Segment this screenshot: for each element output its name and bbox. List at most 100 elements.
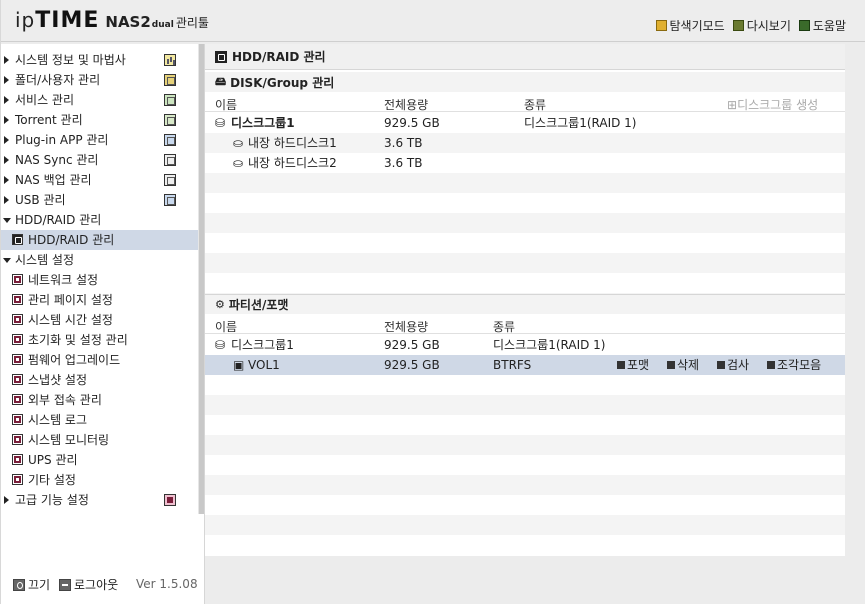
sidebar-item-monitoring[interactable]: 시스템 모니터링 <box>1 430 204 450</box>
disk-group-icon: 🖴 <box>215 74 227 88</box>
row-type: BTRFS <box>493 358 532 372</box>
logo-ip: ip <box>15 8 36 32</box>
empty-row <box>205 193 845 213</box>
logo-time: TIME <box>35 8 100 33</box>
sidebar-item-system-settings[interactable]: 시스템 설정 <box>1 250 204 270</box>
expand-arrow-icon <box>4 136 9 144</box>
logout-icon <box>59 578 71 591</box>
help-link[interactable]: 도움말 <box>798 17 846 34</box>
expand-arrow-icon <box>4 176 9 184</box>
sidebar-item-hdd-raid-group[interactable]: HDD/RAID 관리 <box>1 210 204 230</box>
sidebar-item-nas-sync[interactable]: NAS Sync 관리 <box>1 150 204 170</box>
main-panel: HDD/RAID 관리 🖴 DISK/Group 관리 이름 전체용량 종류 ⊞… <box>205 44 845 556</box>
sidebar-item-nas-backup[interactable]: NAS 백업 관리 <box>1 170 204 190</box>
sidebar-scrollbar[interactable] <box>198 44 204 514</box>
disk-group-title: DISK/Group 관리 <box>230 75 335 90</box>
sidebar-item-label: HDD/RAID 관리 <box>28 233 115 247</box>
table-row[interactable]: ⛁ 디스크그룹1 929.5 GB 디스크그룹1(RAID 1) <box>205 335 845 355</box>
create-disk-group-button[interactable]: ⊞디스크그룹 생성 <box>727 96 818 113</box>
sidebar-item-label: 관리 페이지 설정 <box>28 293 113 307</box>
check-label: 검사 <box>727 358 750 372</box>
sidebar-item-label: 외부 접속 관리 <box>28 393 102 407</box>
table-row[interactable]: ⛀ 내장 하드디스크1 3.6 TB <box>205 133 845 153</box>
expand-arrow-icon <box>4 76 9 84</box>
sidebar-item-network[interactable]: 네트워크 설정 <box>1 270 204 290</box>
settings-item-icon <box>12 314 23 325</box>
logout-button[interactable]: 로그아웃 <box>59 576 118 593</box>
check-button[interactable]: 검사 <box>717 355 749 375</box>
empty-row <box>205 375 845 395</box>
sidebar-item-label: Plug-in APP 관리 <box>15 133 109 147</box>
delete-icon <box>667 361 675 369</box>
page-title: HDD/RAID 관리 <box>232 50 326 64</box>
delete-button[interactable]: 삭제 <box>667 355 699 375</box>
settings-item-icon <box>12 354 23 365</box>
sidebar-scroll-thumb[interactable] <box>199 44 204 514</box>
hdd-raid-icon <box>215 50 227 63</box>
table-row[interactable]: ⛁ 디스크그룹1 929.5 GB 디스크그룹1(RAID 1) <box>205 113 845 133</box>
sidebar-item-misc[interactable]: 기타 설정 <box>1 470 204 490</box>
sidebar-item-admin-page[interactable]: 관리 페이지 설정 <box>1 290 204 310</box>
sidebar-item-torrent[interactable]: Torrent 관리 <box>1 110 204 130</box>
disk-group-row-icon: ⛁ <box>215 116 226 130</box>
sidebar-nav: 시스템 정보 및 마법사 폴더/사용자 관리 서비스 관리 Torrent 관리… <box>1 50 204 510</box>
empty-row <box>205 435 845 455</box>
settings-item-icon <box>12 434 23 445</box>
table-row[interactable]: ⛀ 내장 하드디스크2 3.6 TB <box>205 153 845 173</box>
defrag-icon <box>767 361 775 369</box>
disk-group-row-icon: ⛁ <box>215 338 226 352</box>
sidebar-item-label: Torrent 관리 <box>15 113 83 127</box>
sidebar-item-system-log[interactable]: 시스템 로그 <box>1 410 204 430</box>
sidebar-item-service[interactable]: 서비스 관리 <box>1 90 204 110</box>
refresh-icon <box>732 20 744 31</box>
logo-manager: 관리툴 <box>175 16 209 30</box>
logout-label: 로그아웃 <box>74 578 119 592</box>
sidebar-item-label: 시스템 정보 및 마법사 <box>15 53 126 67</box>
explorer-mode-link[interactable]: 탐색기모드 <box>655 17 725 34</box>
sidebar-item-remote-access[interactable]: 외부 접속 관리 <box>1 390 204 410</box>
explorer-mode-label: 탐색기모드 <box>669 19 725 33</box>
top-links: 탐색기모드 다시보기 도움말 <box>655 17 846 34</box>
advanced-icon <box>164 494 176 506</box>
sidebar-item-system-info[interactable]: 시스템 정보 및 마법사 <box>1 50 204 70</box>
sidebar-item-reset[interactable]: 초기화 및 설정 관리 <box>1 330 204 350</box>
disk-table-body: ⛁ 디스크그룹1 929.5 GB 디스크그룹1(RAID 1) ⛀ 내장 하드… <box>205 113 845 313</box>
col-name: 이름 <box>215 320 238 334</box>
format-button[interactable]: 포맷 <box>617 355 649 375</box>
sidebar-item-firmware[interactable]: 펌웨어 업그레이드 <box>1 350 204 370</box>
sidebar-item-advanced[interactable]: 고급 기능 설정 <box>1 490 204 510</box>
sidebar-item-plugin[interactable]: Plug-in APP 관리 <box>1 130 204 150</box>
row-capacity: 3.6 TB <box>384 136 423 150</box>
row-capacity: 929.5 GB <box>384 358 440 372</box>
defrag-button[interactable]: 조각모음 <box>767 355 821 375</box>
sidebar-item-usb[interactable]: USB 관리 <box>1 190 204 210</box>
power-off-button[interactable]: 끄기 <box>13 576 50 593</box>
power-off-label: 끄기 <box>28 578 51 592</box>
sidebar: 시스템 정보 및 마법사 폴더/사용자 관리 서비스 관리 Torrent 관리… <box>1 44 205 604</box>
settings-item-icon <box>12 454 23 465</box>
header-bar: ip TIME NAS2 dual 관리툴 탐색기모드 다시보기 도움말 <box>1 0 865 42</box>
row-name: VOL1 <box>248 358 280 372</box>
sidebar-item-snapshot[interactable]: 스냅샷 설정 <box>1 370 204 390</box>
partition-table-body: ⛁ 디스크그룹1 929.5 GB 디스크그룹1(RAID 1) ▣ VOL1 … <box>205 335 845 555</box>
sidebar-item-label: 네트워크 설정 <box>28 273 99 287</box>
settings-item-icon <box>12 334 23 345</box>
refresh-link[interactable]: 다시보기 <box>732 17 791 34</box>
sidebar-item-system-time[interactable]: 시스템 시간 설정 <box>1 310 204 330</box>
sidebar-item-ups[interactable]: UPS 관리 <box>1 450 204 470</box>
settings-item-icon <box>12 394 23 405</box>
row-capacity: 3.6 TB <box>384 156 423 170</box>
sidebar-item-hdd-raid[interactable]: HDD/RAID 관리 <box>1 230 204 250</box>
plugin-icon <box>164 134 176 146</box>
partition-title: 파티션/포맷 <box>228 298 289 312</box>
partition-table-header: 이름 전체용량 종류 <box>205 316 845 334</box>
partition-section-title: ⚙ 파티션/포맷 <box>205 294 845 314</box>
expand-arrow-icon <box>4 156 9 164</box>
sidebar-item-folder-user[interactable]: 폴더/사용자 관리 <box>1 70 204 90</box>
table-row-selected[interactable]: ▣ VOL1 929.5 GB BTRFS 포맷 삭제 검사 조각모음 <box>205 355 845 375</box>
empty-row <box>205 455 845 475</box>
system-info-icon <box>164 54 176 66</box>
empty-row <box>205 173 845 193</box>
sidebar-item-label: 서비스 관리 <box>15 93 75 107</box>
col-type: 종류 <box>493 320 516 334</box>
